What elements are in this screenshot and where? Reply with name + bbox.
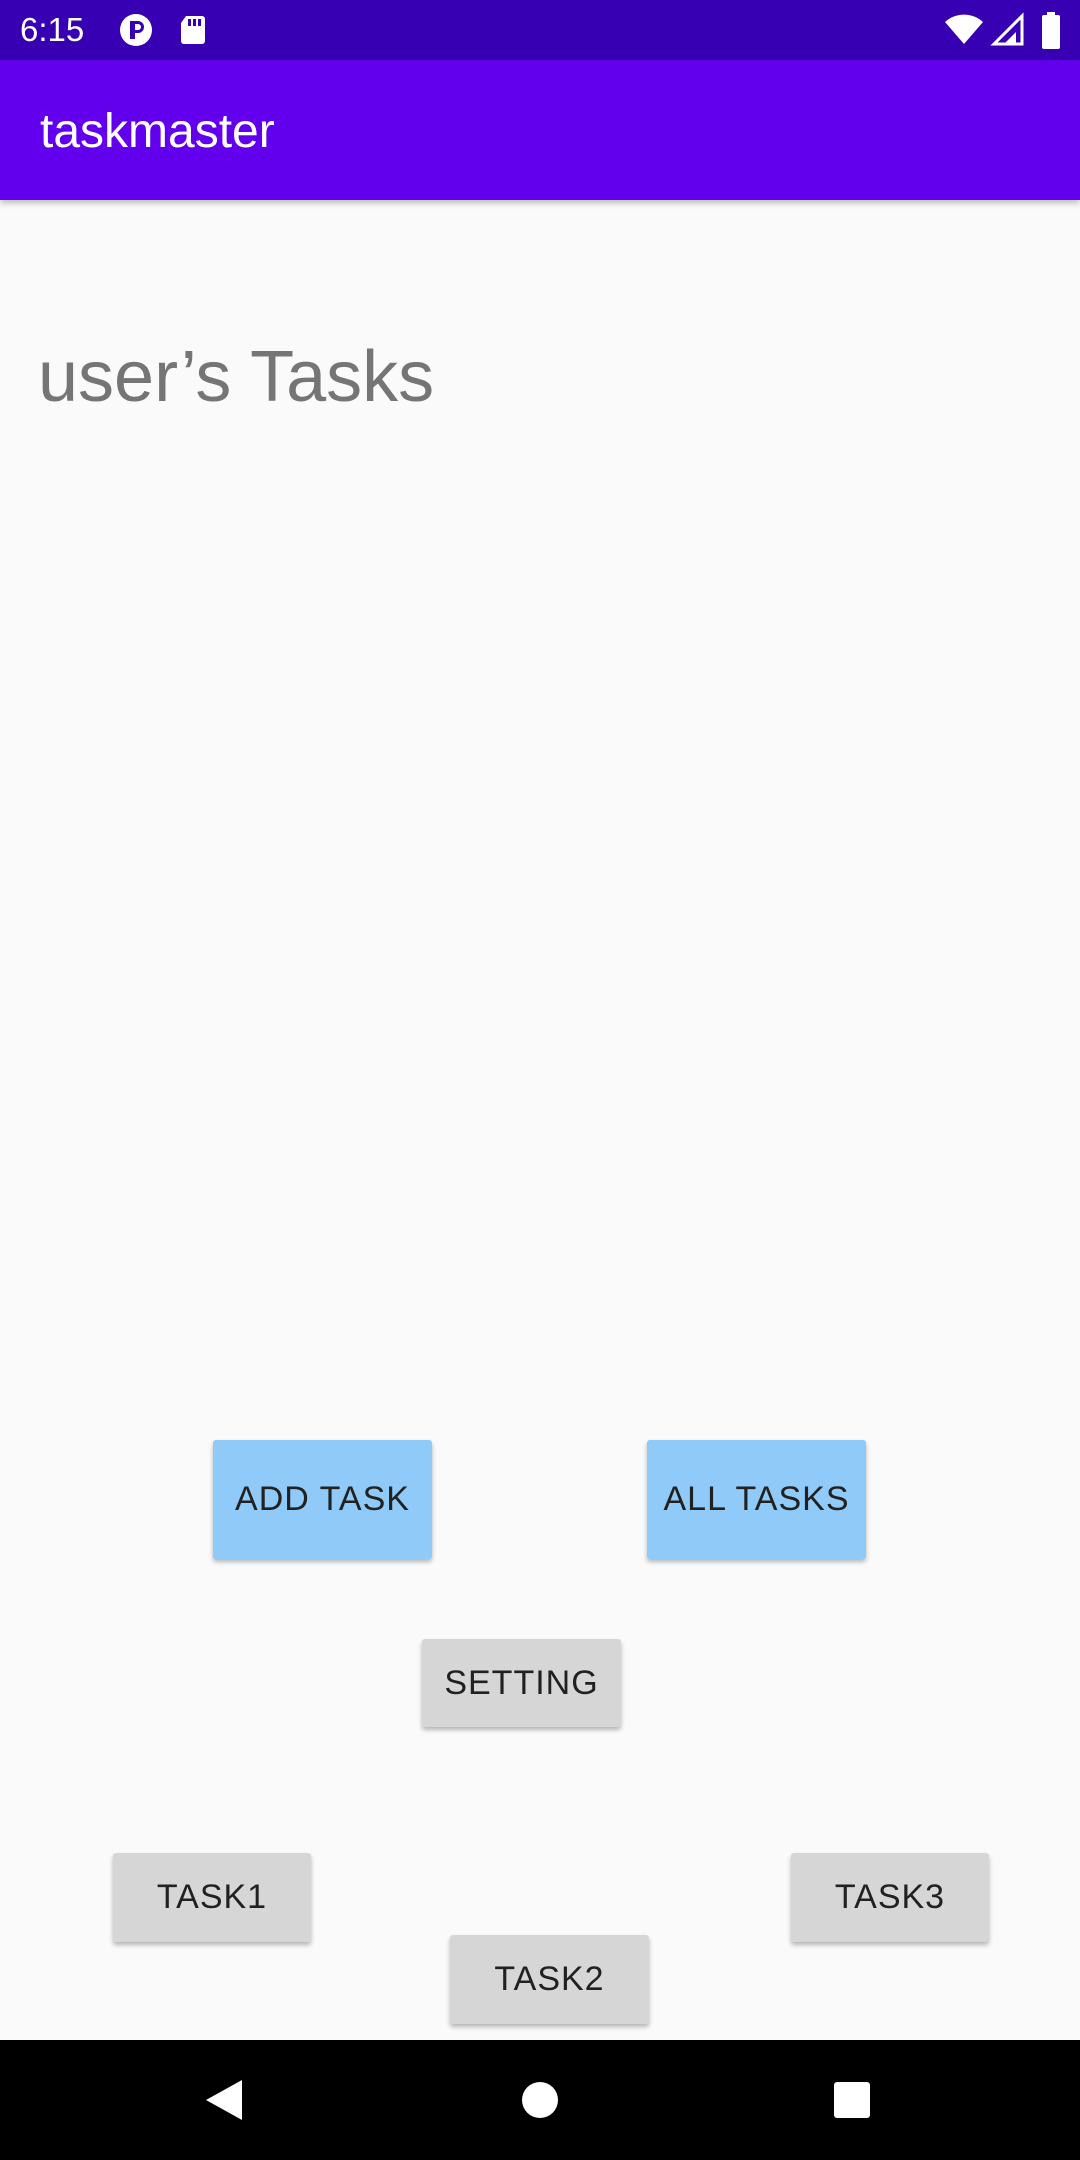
wifi-icon [944,12,984,48]
status-bar: 6:15 [0,0,1080,60]
recents-icon[interactable] [822,2070,882,2130]
cell-signal-icon [990,12,1026,48]
app-bar: taskmaster [0,60,1080,200]
status-time: 6:15 [20,11,85,48]
home-icon[interactable] [510,2070,570,2130]
page-title: user’s Tasks [38,337,435,417]
back-icon[interactable] [194,2070,254,2130]
screen: 6:15 taskmaster user’s Tasks ADD TASK AL… [0,0,1080,2160]
sd-card-icon [174,12,210,48]
task1-button[interactable]: TASK1 [113,1853,311,1942]
add-task-button[interactable]: ADD TASK [213,1440,432,1559]
data-saver-icon [118,12,154,48]
app-title: taskmaster [40,105,275,158]
all-tasks-button[interactable]: ALL TASKS [647,1440,866,1559]
task2-button[interactable]: TASK2 [450,1935,649,2024]
navigation-bar [0,2040,1080,2160]
setting-button[interactable]: SETTING [422,1639,621,1727]
battery-icon [1040,12,1062,49]
task3-button[interactable]: TASK3 [791,1853,989,1942]
